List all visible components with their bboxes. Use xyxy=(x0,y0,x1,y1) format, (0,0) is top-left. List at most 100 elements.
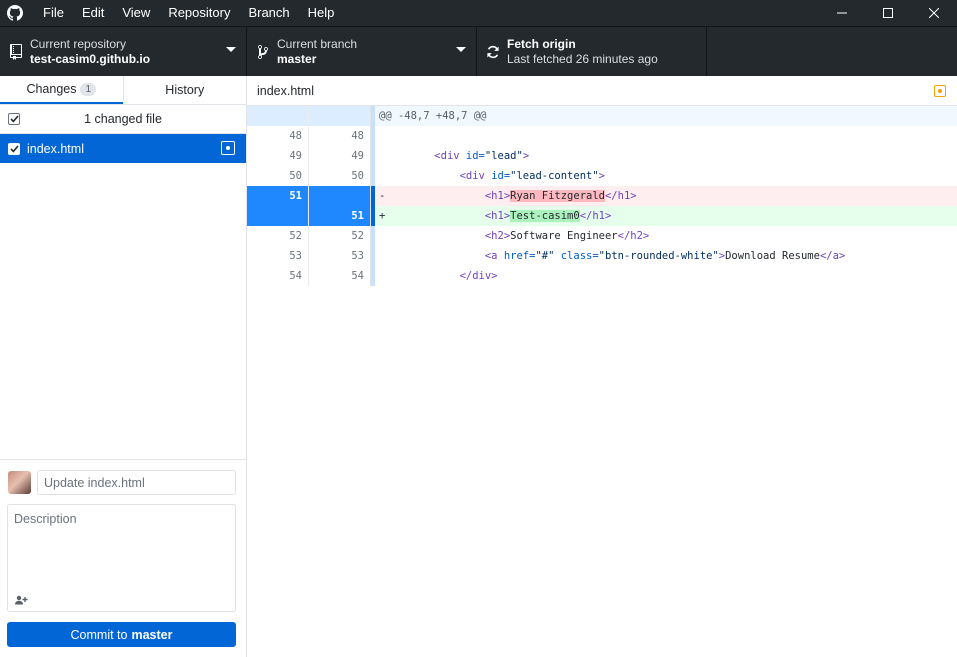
new-line-number[interactable] xyxy=(309,186,371,206)
menu-help[interactable]: Help xyxy=(299,0,344,26)
code-text: <div id="lead"> xyxy=(375,146,957,166)
code-token: "btn-rounded-white" xyxy=(598,250,719,262)
file-list-item[interactable]: index.html xyxy=(0,134,246,163)
select-all-checkbox[interactable] xyxy=(8,113,20,125)
file-modified-icon xyxy=(934,85,946,97)
file-name: index.html xyxy=(27,141,84,156)
branch-icon xyxy=(249,44,277,60)
menu-repository[interactable]: Repository xyxy=(159,0,239,26)
commit-description-input[interactable] xyxy=(8,505,235,590)
new-line-number: 50 xyxy=(309,166,371,186)
add-coauthor-icon[interactable] xyxy=(13,593,29,607)
code-token: <h2> xyxy=(484,230,511,242)
new-line-number-text: 48 xyxy=(351,130,364,142)
new-line-number: 48 xyxy=(309,126,371,146)
tab-history[interactable]: History xyxy=(122,76,247,104)
diff-line-context: 54 54 </div> xyxy=(247,266,957,286)
hunk-header: @@ -48,7 +48,7 @@ xyxy=(375,106,957,126)
diff-sign xyxy=(379,246,409,266)
old-line-number: 53 xyxy=(247,246,309,266)
new-line-number: 52 xyxy=(309,226,371,246)
repository-selector[interactable]: Current repository test-casim0.github.io xyxy=(0,27,247,76)
code-token: "#" xyxy=(535,250,555,262)
last-fetched-text: Last fetched 26 minutes ago xyxy=(507,51,658,66)
code-text: - <h1>Ryan Fitzgerald</h1> xyxy=(375,186,957,206)
diff-line-context: 53 53 <a href="#" class="btn-rounded-whit… xyxy=(247,246,957,266)
changes-count-badge: 1 xyxy=(80,82,97,96)
diff-file-header: index.html xyxy=(247,76,957,106)
new-line-number-text: 49 xyxy=(351,150,364,162)
menu-branch[interactable]: Branch xyxy=(239,0,298,26)
diff-line-context: 48 48 xyxy=(247,126,957,146)
commit-button[interactable]: Commit to master xyxy=(7,622,236,647)
code-token: <h1> xyxy=(484,190,511,202)
old-line-number: 54 xyxy=(247,266,309,286)
new-line-number: 49 xyxy=(309,146,371,166)
tab-changes[interactable]: Changes 1 xyxy=(0,76,123,104)
menu-bar: File Edit View Repository Branch Help xyxy=(34,0,343,26)
menu-view[interactable]: View xyxy=(113,0,159,26)
code-text: <div id="lead-content"> xyxy=(375,166,957,186)
code-token: </div> xyxy=(459,270,498,282)
code-token: Download Resume xyxy=(725,250,820,262)
old-line-number-text: 49 xyxy=(289,150,302,162)
old-line-gutter xyxy=(247,106,309,126)
fetch-origin-button[interactable]: Fetch origin Last fetched 26 minutes ago xyxy=(477,27,707,76)
tab-changes-label: Changes xyxy=(26,82,77,96)
diff-sign: + xyxy=(379,210,386,222)
diff-line-context: 50 50 <div id="lead-content"> xyxy=(247,166,957,186)
old-line-number[interactable]: 51 xyxy=(247,186,309,206)
new-line-number[interactable]: 51 xyxy=(309,206,371,226)
avatar xyxy=(8,471,31,494)
code-token: class= xyxy=(554,250,599,262)
diff-sign xyxy=(379,166,409,186)
close-icon[interactable] xyxy=(911,0,957,26)
old-line-number-text: 50 xyxy=(289,170,302,182)
diff-table: @@ -48,7 +48,7 @@ 48 48 49 49 <div id="lea… xyxy=(247,106,957,286)
code-token: "lead-content" xyxy=(510,170,599,182)
file-modified-icon xyxy=(221,141,235,155)
repo-name: test-casim0.github.io xyxy=(30,51,151,66)
code-token: <div xyxy=(459,170,492,182)
minimize-icon[interactable] xyxy=(819,0,865,26)
file-include-checkbox[interactable] xyxy=(8,142,20,155)
code-token: "lead" xyxy=(484,150,523,162)
menu-file[interactable]: File xyxy=(34,0,73,26)
diff-line-deleted[interactable]: 51 - <h1>Ryan Fitzgerald</h1> xyxy=(247,186,957,206)
toolbar: Current repository test-casim0.github.io… xyxy=(0,26,957,76)
code-token: </h1> xyxy=(579,210,612,222)
repo-icon xyxy=(2,43,30,60)
code-token: Ryan Fitzgerald xyxy=(510,190,605,202)
new-line-number-text: 54 xyxy=(351,270,364,282)
chevron-down-icon xyxy=(456,47,466,52)
code-text: + <h1>Test-casim0</h1> xyxy=(375,206,957,226)
hunk-header-row[interactable]: @@ -48,7 +48,7 @@ xyxy=(247,106,957,126)
changed-files-header: 1 changed file xyxy=(0,105,246,134)
new-line-number-text: 53 xyxy=(351,250,364,262)
maximize-icon[interactable] xyxy=(865,0,911,26)
code-token: Software Engineer xyxy=(510,230,618,242)
new-line-number: 54 xyxy=(309,266,371,286)
diff-line-added[interactable]: 51 + <h1>Test-casim0</h1> xyxy=(247,206,957,226)
old-line-number[interactable] xyxy=(247,206,309,226)
sidebar-tabs: Changes 1 History xyxy=(0,76,246,105)
fetch-label: Fetch origin xyxy=(507,36,576,51)
old-line-number-text: 53 xyxy=(289,250,302,262)
code-text: </div> xyxy=(375,266,957,286)
sync-icon xyxy=(479,45,507,59)
code-token: </h1> xyxy=(604,190,637,202)
old-line-number-text: 48 xyxy=(289,130,302,142)
branch-selector[interactable]: Current branch master xyxy=(247,27,477,76)
commit-summary-input[interactable] xyxy=(37,470,236,495)
chevron-down-icon xyxy=(226,47,236,52)
menu-edit[interactable]: Edit xyxy=(73,0,113,26)
diff-sign xyxy=(379,226,409,246)
code-text: <h2>Software Engineer</h2> xyxy=(375,226,957,246)
code-token: </a> xyxy=(819,250,846,262)
code-token: </h2> xyxy=(617,230,650,242)
diff-file-name: index.html xyxy=(257,83,314,98)
changed-files-count: 1 changed file xyxy=(84,112,162,126)
new-line-number-text: 51 xyxy=(351,210,364,222)
commit-button-prefix: Commit to xyxy=(70,627,128,642)
old-line-number: 48 xyxy=(247,126,309,146)
